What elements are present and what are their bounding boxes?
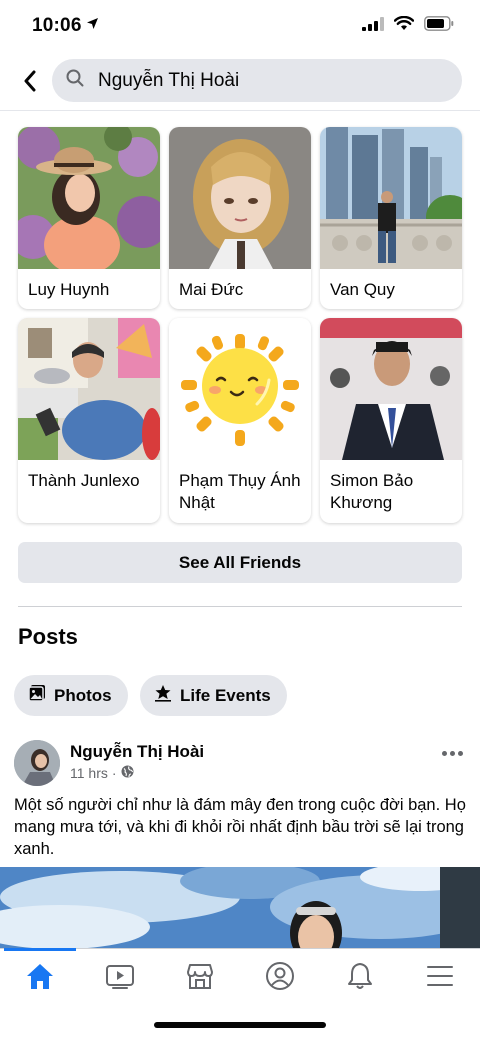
tab-watch[interactable] bbox=[100, 959, 140, 993]
more-dot-icon bbox=[458, 750, 463, 756]
search-icon bbox=[66, 69, 84, 92]
photos-chip-label: Photos bbox=[54, 685, 112, 705]
friend-name: Luy Huynh bbox=[28, 280, 110, 299]
wifi-icon bbox=[393, 15, 415, 36]
tab-profile[interactable] bbox=[260, 959, 300, 993]
photos-icon bbox=[28, 684, 46, 707]
menu-icon bbox=[427, 966, 453, 986]
more-options-button[interactable] bbox=[442, 746, 466, 760]
post-image[interactable] bbox=[0, 867, 480, 949]
post-text: Một số người chỉ như là đám mây đen tron… bbox=[14, 796, 466, 858]
friend-photo bbox=[18, 127, 160, 269]
battery-icon bbox=[424, 16, 454, 36]
friend-name: Van Quy bbox=[330, 280, 395, 299]
friend-name: Mai Đức bbox=[179, 280, 244, 299]
divider bbox=[0, 110, 480, 111]
search-query: Nguyễn Thị Hoài bbox=[98, 69, 240, 91]
friend-name: Phạm Thụy Ánh Nhật bbox=[179, 471, 301, 512]
globe-icon bbox=[121, 765, 134, 781]
friend-card[interactable]: Luy Huynh bbox=[18, 127, 160, 309]
friend-photo bbox=[169, 318, 311, 460]
tab-menu[interactable] bbox=[420, 959, 460, 993]
friend-card[interactable]: Van Quy bbox=[320, 127, 462, 309]
photos-chip[interactable]: Photos bbox=[14, 675, 128, 716]
tab-notifications[interactable] bbox=[340, 959, 380, 993]
search-input[interactable]: Nguyễn Thị Hoài bbox=[52, 59, 462, 102]
friend-card[interactable]: Mai Đức bbox=[169, 127, 311, 309]
profile-icon bbox=[266, 962, 294, 990]
marketplace-icon bbox=[187, 964, 213, 989]
friend-card[interactable]: Thành Junlexo bbox=[18, 318, 160, 523]
notifications-icon bbox=[348, 963, 372, 989]
post-meta: 11 hrs · bbox=[70, 765, 134, 781]
post-header: Nguyễn Thị Hoài 11 hrs · bbox=[14, 738, 466, 788]
friend-photo bbox=[320, 318, 462, 460]
life-events-chip[interactable]: Life Events bbox=[140, 675, 287, 716]
status-bar: 10:06 bbox=[0, 0, 480, 52]
friend-card[interactable]: Phạm Thụy Ánh Nhật bbox=[169, 318, 311, 523]
posts-heading: Posts bbox=[18, 624, 78, 649]
status-time: 10:06 bbox=[32, 14, 99, 37]
cellular-signal-icon bbox=[362, 16, 384, 36]
friend-photo bbox=[320, 127, 462, 269]
home-icon bbox=[27, 964, 53, 989]
back-button[interactable] bbox=[16, 66, 44, 96]
friend-name: Simon Bảo Khương bbox=[330, 471, 414, 512]
location-arrow-icon bbox=[86, 14, 99, 36]
post-author[interactable]: Nguyễn Thị Hoài bbox=[70, 742, 204, 762]
home-indicator bbox=[154, 1022, 326, 1028]
friend-card[interactable]: Simon Bảo Khương bbox=[320, 318, 462, 523]
friend-name: Thành Junlexo bbox=[28, 471, 140, 490]
post-time[interactable]: 11 hrs bbox=[70, 765, 108, 781]
meta-separator: · bbox=[111, 765, 117, 781]
tab-marketplace[interactable] bbox=[180, 959, 220, 993]
friend-photo bbox=[18, 318, 160, 460]
life-events-chip-label: Life Events bbox=[180, 685, 271, 705]
active-tab-indicator bbox=[4, 948, 76, 951]
see-all-friends-button[interactable]: See All Friends bbox=[18, 542, 462, 583]
more-dot-icon bbox=[450, 750, 455, 756]
status-icons bbox=[362, 15, 454, 36]
tab-home[interactable] bbox=[20, 959, 60, 993]
status-time-text: 10:06 bbox=[32, 15, 82, 36]
life-events-icon bbox=[154, 684, 172, 707]
more-dot-icon bbox=[442, 750, 447, 756]
search-row: Nguyễn Thị Hoài bbox=[0, 58, 480, 104]
divider bbox=[18, 606, 462, 607]
watch-icon bbox=[106, 965, 134, 989]
friend-photo bbox=[169, 127, 311, 269]
avatar[interactable] bbox=[14, 740, 60, 786]
chevron-left-icon bbox=[24, 70, 36, 92]
